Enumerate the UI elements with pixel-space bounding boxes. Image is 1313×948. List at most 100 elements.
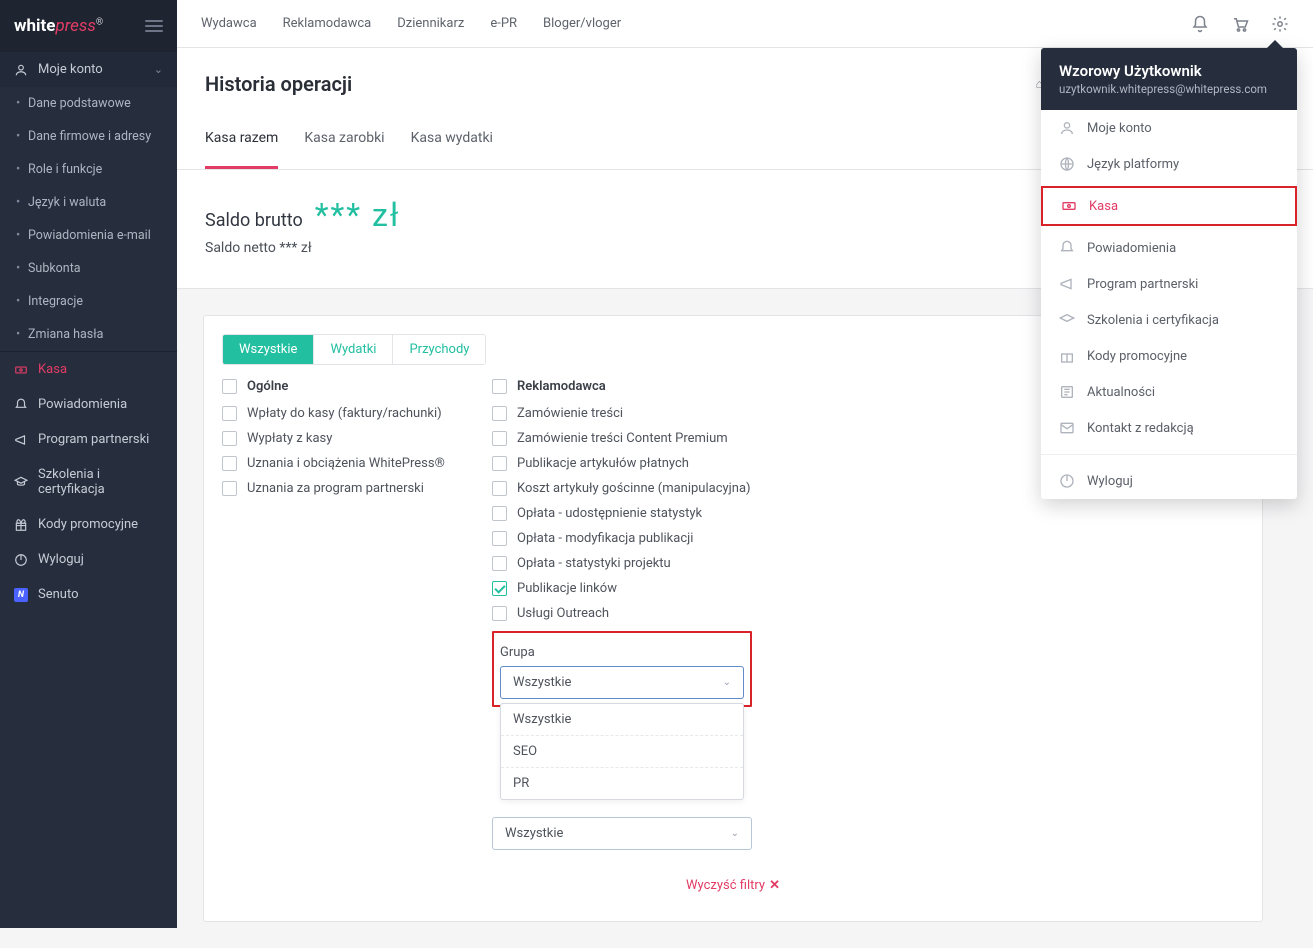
- wyloguj-icon: [1059, 473, 1075, 489]
- chk-wplaty[interactable]: Wpłaty do kasy (faktury/rachunki): [222, 406, 462, 421]
- cart-icon[interactable]: [1231, 15, 1249, 33]
- cash-icon: [14, 363, 28, 377]
- sidebar-item-szkolenia[interactable]: Szkolenia i certyfikacja: [0, 457, 177, 507]
- chevron-down-icon: ⌄: [731, 828, 739, 839]
- sidebar-item-kody[interactable]: Kody promocyjne: [0, 507, 177, 542]
- moje-icon: [1059, 120, 1075, 136]
- checkbox-advertiser-all[interactable]: [492, 379, 507, 394]
- chk-adv-2[interactable]: Publikacje artykułów płatnych: [492, 456, 752, 471]
- sidebar-item-label: Szkolenia i certyfikacja: [38, 467, 163, 497]
- sidebar-item-label: Program partnerski: [38, 432, 149, 447]
- tab-kasa-razem[interactable]: Kasa razem: [205, 130, 278, 169]
- user-icon: [14, 63, 28, 77]
- tab-kasa-wydatki[interactable]: Kasa wydatki: [411, 130, 493, 169]
- balance-netto-value: *** zł: [279, 240, 311, 256]
- grupa-option-wszystkie[interactable]: Wszystkie: [501, 704, 743, 736]
- grupa-select[interactable]: Wszystkie ⌄: [500, 666, 744, 699]
- filter-col-advertiser: Reklamodawca Zamówienie treści Zamówienie…: [492, 379, 752, 850]
- clear-filters[interactable]: Wyczyść filtry✕: [222, 878, 1244, 893]
- sidebar-item-powiadomienia[interactable]: Powiadomienia: [0, 387, 177, 422]
- chk-adv-7[interactable]: Publikacje linków: [492, 581, 752, 596]
- tab-kasa-zarobki[interactable]: Kasa zarobki: [304, 130, 384, 169]
- sidebar-item-label: Senuto: [38, 587, 79, 602]
- kontakt-icon: [1059, 420, 1075, 436]
- sidebar-item-integracje[interactable]: Integracje: [0, 285, 177, 318]
- sidebar-item-powiadomienia-email[interactable]: Powiadomienia e-mail: [0, 219, 177, 252]
- filter-advertiser-head: Reklamodawca: [517, 379, 606, 394]
- logo-row: whitepress®: [0, 0, 177, 52]
- grupa-option-pr[interactable]: PR: [501, 768, 743, 799]
- sidebar-item-senuto[interactable]: N Senuto: [0, 577, 177, 612]
- sidebar-account-head[interactable]: Moje konto ⌄: [0, 52, 177, 87]
- toggle-przychody[interactable]: Przychody: [392, 335, 485, 364]
- settings-item-kontakt[interactable]: Kontakt z redakcją: [1041, 410, 1297, 446]
- chk-uznania-partner[interactable]: Uznania za program partnerski: [222, 481, 462, 496]
- brief-block: Wszystkie ⌄: [492, 817, 752, 850]
- chevron-down-icon: ⌄: [723, 677, 731, 688]
- highlight-grupa-box: Grupa Wszystkie ⌄ Wszystkie SEO PR: [492, 631, 752, 707]
- user-email: uzytkownik.whitepress@whitepress.com: [1059, 82, 1279, 96]
- sidebar-item-label: Kasa: [38, 362, 67, 377]
- aktual-icon: [1059, 384, 1075, 400]
- power-icon: [14, 553, 28, 567]
- topnav-dziennikarz[interactable]: Dziennikarz: [397, 16, 464, 31]
- settings-item-lang[interactable]: Język platformy: [1041, 146, 1297, 182]
- settings-item-wyloguj[interactable]: Wyloguj: [1041, 463, 1297, 499]
- sidebar-account-label: Moje konto: [38, 62, 103, 77]
- brief-selected: Wszystkie: [505, 826, 563, 841]
- sidebar-item-jezyk[interactable]: Język i waluta: [0, 186, 177, 219]
- sidebar-item-label: Powiadomienia: [38, 397, 127, 412]
- sidebar-item-subkonta[interactable]: Subkonta: [0, 252, 177, 285]
- chk-adv-8[interactable]: Usługi Outreach: [492, 606, 752, 621]
- logo: whitepress®: [14, 16, 103, 36]
- settings-item-aktual[interactable]: Aktualności: [1041, 374, 1297, 410]
- settings-item-kasa[interactable]: Kasa: [1043, 188, 1295, 224]
- checkbox-general-all[interactable]: [222, 379, 237, 394]
- chk-adv-3[interactable]: Koszt artykuły gościnne (manipulacyjna): [492, 481, 752, 496]
- topbar: Wydawca Reklamodawca Dziennikarz e-PR Bl…: [177, 0, 1313, 48]
- chevron-down-icon: ⌄: [154, 63, 163, 76]
- chk-uznania-wp[interactable]: Uznania i obciążenia WhitePress®: [222, 456, 462, 471]
- topnav-reklamodawca[interactable]: Reklamodawca: [283, 16, 372, 31]
- toggle-wszystkie[interactable]: Wszystkie: [223, 335, 313, 364]
- settings-item-moje[interactable]: Moje konto: [1041, 110, 1297, 146]
- chk-wyplaty[interactable]: Wypłaty z kasy: [222, 431, 462, 446]
- sidebar-item-partner[interactable]: Program partnerski: [0, 422, 177, 457]
- sidebar-item-dane-firmowe[interactable]: Dane firmowe i adresy: [0, 120, 177, 153]
- hamburger-icon[interactable]: [145, 20, 163, 32]
- sidebar-item-role[interactable]: Role i funkcje: [0, 153, 177, 186]
- kasa-icon: [1061, 198, 1077, 214]
- filter-col-general: Ogólne Wpłaty do kasy (faktury/rachunki)…: [222, 379, 462, 506]
- grupa-block: Grupa Wszystkie ⌄ Wszystkie SEO PR: [500, 645, 744, 699]
- topnav-wydawca[interactable]: Wydawca: [201, 16, 257, 31]
- bell-icon: [14, 398, 28, 412]
- settings-item-powiadomienia[interactable]: Powiadomienia: [1041, 230, 1297, 266]
- topnav: Wydawca Reklamodawca Dziennikarz e-PR Bl…: [201, 16, 621, 31]
- chk-adv-4[interactable]: Opłata - udostępnienie statystyk: [492, 506, 752, 521]
- sidebar-item-kasa[interactable]: Kasa: [0, 352, 177, 387]
- settings-item-szkolenia[interactable]: Szkolenia i certyfikacja: [1041, 302, 1297, 338]
- chk-adv-0[interactable]: Zamówienie treści: [492, 406, 752, 421]
- sidebar-item-zmiana-hasla[interactable]: Zmiana hasła: [0, 318, 177, 351]
- gear-icon[interactable]: [1271, 15, 1289, 33]
- toggle-wydatki[interactable]: Wydatki: [313, 335, 392, 364]
- settings-item-partner[interactable]: Program partnerski: [1041, 266, 1297, 302]
- settings-item-kody[interactable]: Kody promocyjne: [1041, 338, 1297, 374]
- grupa-option-seo[interactable]: SEO: [501, 736, 743, 768]
- brief-select[interactable]: Wszystkie ⌄: [492, 817, 752, 850]
- sidebar: whitepress® Moje konto ⌄ Dane podstawowe…: [0, 0, 177, 928]
- sidebar-item-dane-podstawowe[interactable]: Dane podstawowe: [0, 87, 177, 120]
- filter-toggle: Wszystkie Wydatki Przychody: [222, 334, 486, 365]
- user-name: Wzorowy Użytkownik: [1059, 62, 1279, 80]
- bell-icon[interactable]: [1191, 15, 1209, 33]
- topnav-bloger[interactable]: Bloger/vloger: [543, 16, 621, 31]
- topnav-epr[interactable]: e-PR: [490, 16, 517, 31]
- balance-netto-label: Saldo netto: [205, 240, 276, 256]
- partner-icon: [1059, 276, 1075, 292]
- sidebar-item-wyloguj[interactable]: Wyloguj: [0, 542, 177, 577]
- graduation-icon: [14, 475, 28, 489]
- chk-adv-6[interactable]: Opłata - statystyki projektu: [492, 556, 752, 571]
- highlight-kasa-box: Kasa: [1041, 186, 1297, 226]
- chk-adv-5[interactable]: Opłata - modyfikacja publikacji: [492, 531, 752, 546]
- chk-adv-1[interactable]: Zamówienie treści Content Premium: [492, 431, 752, 446]
